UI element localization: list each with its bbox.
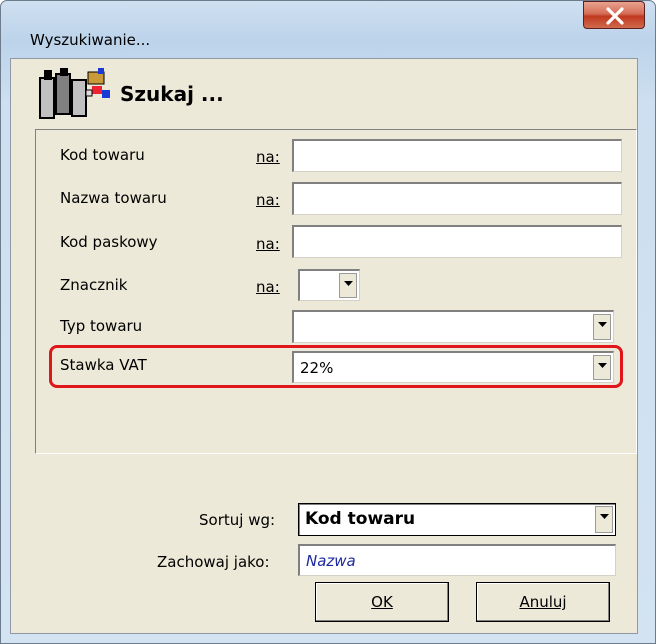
field-label-typ-towaru: Typ towaru xyxy=(60,317,143,335)
na-label: na: xyxy=(256,191,280,209)
search-title: Szukaj ... xyxy=(120,82,224,106)
save-as-label: Zachowaj jako: xyxy=(157,553,270,571)
cancel-button[interactable]: Anuluj xyxy=(476,582,610,622)
save-as-input[interactable]: Nazwa xyxy=(298,544,616,576)
dropdown-arrow-icon[interactable] xyxy=(339,273,357,298)
title-bar[interactable]: Wyszukiwanie... xyxy=(0,0,654,49)
na-label: na: xyxy=(256,148,280,166)
sort-label: Sortuj wg: xyxy=(199,511,276,529)
close-icon xyxy=(606,7,624,25)
highlight-box xyxy=(49,345,623,388)
znacznik-select[interactable] xyxy=(298,269,360,301)
kod-paskowy-input[interactable] xyxy=(292,225,622,258)
window-title: Wyszukiwanie... xyxy=(30,31,151,49)
nazwa-towaru-input[interactable] xyxy=(292,182,622,215)
kod-towaru-input[interactable] xyxy=(292,139,622,172)
dropdown-arrow-icon[interactable] xyxy=(595,506,613,533)
field-label-nazwa-towaru: Nazwa towaru xyxy=(60,189,167,207)
binoculars-search-icon xyxy=(36,66,116,126)
sort-select[interactable]: Kod towaru xyxy=(298,503,616,536)
na-label: na: xyxy=(256,235,280,253)
typ-towaru-select[interactable] xyxy=(292,310,614,343)
ok-button[interactable]: OK xyxy=(315,582,449,622)
dropdown-arrow-icon[interactable] xyxy=(593,314,611,340)
field-label-znacznik: Znacznik xyxy=(60,276,128,294)
field-label-kod-towaru: Kod towaru xyxy=(60,146,145,164)
field-label-kod-paskowy: Kod paskowy xyxy=(60,233,158,251)
na-label: na: xyxy=(256,278,280,296)
close-button[interactable] xyxy=(583,1,645,29)
